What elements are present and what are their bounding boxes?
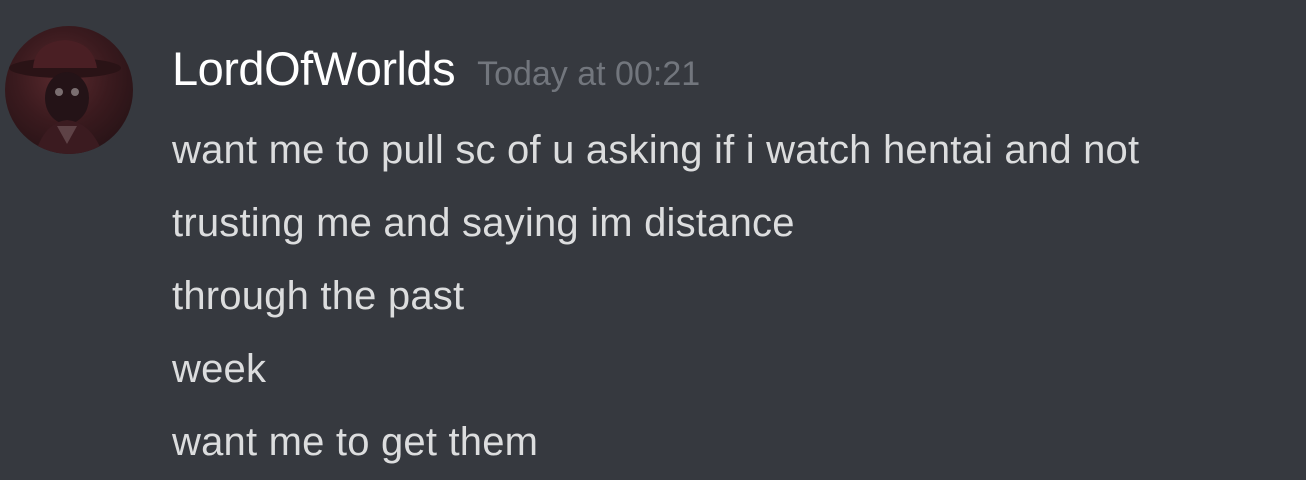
message-line: through the past xyxy=(172,274,465,318)
avatar[interactable] xyxy=(5,26,133,154)
message-line: want me to pull sc of u asking if i watc… xyxy=(172,128,1140,172)
message-line: want me to get them xyxy=(172,420,539,464)
message-body: want me to pull sc of u asking if i watc… xyxy=(172,114,1306,479)
user-avatar-hat-icon xyxy=(9,40,121,154)
chat-message: LordOfWorlds Today at 00:21 want me to p… xyxy=(0,0,1306,480)
message-line: week xyxy=(172,347,267,391)
timestamp[interactable]: Today at 00:21 xyxy=(477,55,700,94)
message-header: LordOfWorlds Today at 00:21 xyxy=(172,38,1306,100)
message-content: LordOfWorlds Today at 00:21 want me to p… xyxy=(172,38,1306,479)
message-line: trusting me and saying im distance xyxy=(172,201,795,245)
username[interactable]: LordOfWorlds xyxy=(172,38,456,100)
